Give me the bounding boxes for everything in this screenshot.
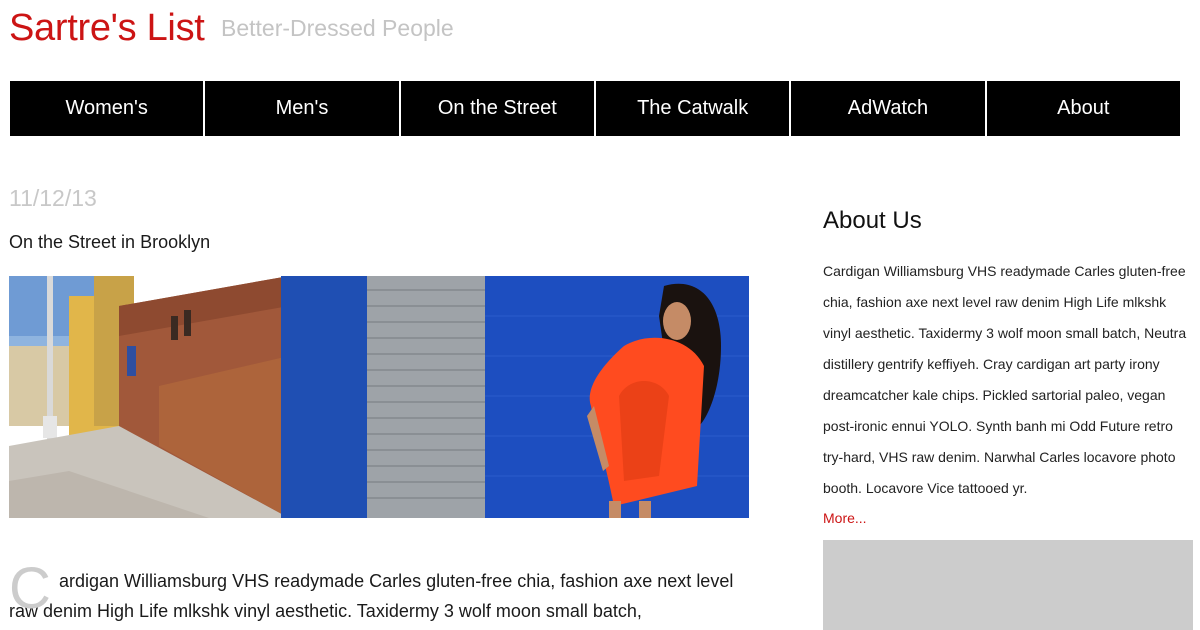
nav-item-adwatch[interactable]: AdWatch	[791, 81, 987, 136]
post-body: C ardigan Williamsburg VHS readymade Car…	[9, 558, 749, 626]
post-body-text: ardigan Williamsburg VHS readymade Carle…	[9, 571, 734, 621]
post-hero-image	[9, 276, 749, 518]
site-title[interactable]: Sartre's List	[9, 6, 205, 50]
sidebar-placeholder-box	[823, 540, 1193, 630]
post-title[interactable]: On the Street in Brooklyn	[9, 230, 210, 254]
post-date: 11/12/13	[9, 185, 97, 211]
sidebar-about-text: Cardigan Williamsburg VHS readymade Carl…	[823, 263, 1187, 496]
nav-item-about[interactable]: About	[987, 81, 1180, 136]
nav-item-on-the-street[interactable]: On the Street	[401, 81, 596, 136]
sidebar-title: About Us	[823, 207, 922, 234]
drop-cap: C	[9, 556, 51, 621]
main-nav: Women's Men's On the Street The Catwalk …	[10, 81, 1180, 136]
more-link[interactable]: More...	[823, 508, 867, 528]
site-tagline: Better-Dressed People	[221, 15, 454, 41]
nav-item-the-catwalk[interactable]: The Catwalk	[596, 81, 792, 136]
nav-item-womens[interactable]: Women's	[10, 81, 206, 136]
nav-item-mens[interactable]: Men's	[205, 81, 401, 136]
